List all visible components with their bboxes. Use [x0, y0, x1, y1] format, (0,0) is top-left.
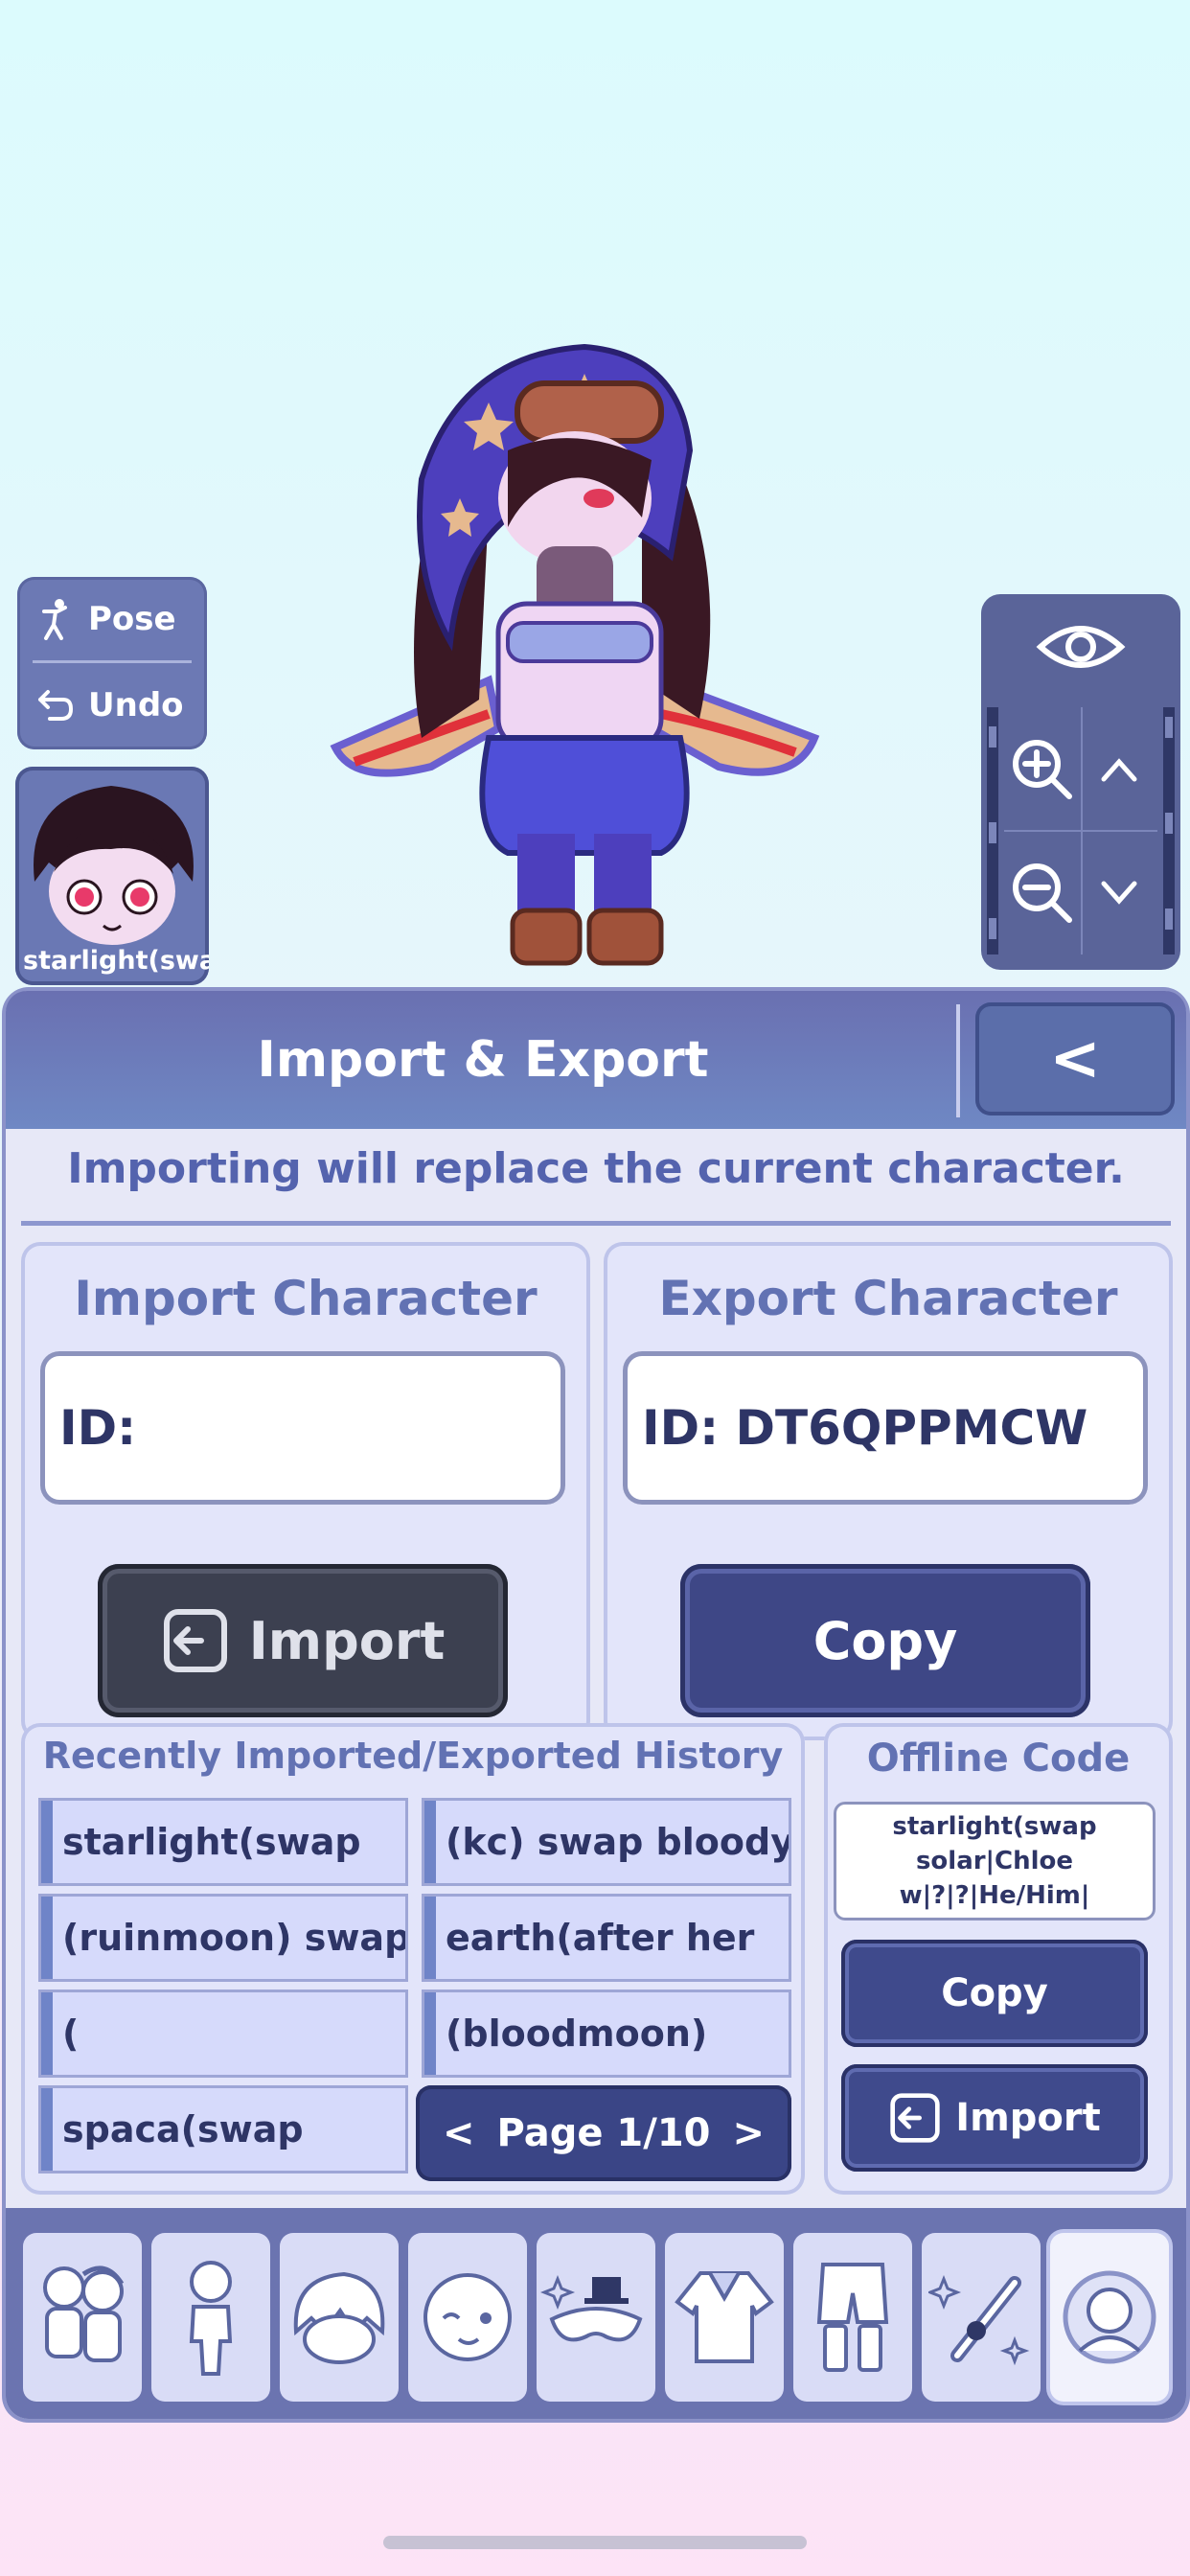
- page-indicator: Page 1/10: [496, 2111, 711, 2155]
- tab-body[interactable]: [151, 2233, 270, 2402]
- eye-icon: [1036, 626, 1126, 668]
- history-item[interactable]: (ruinmoon) swap: [38, 1894, 408, 1982]
- export-id-field[interactable]: ID: DT6QPPMCW: [623, 1351, 1148, 1505]
- copy-export-label: Copy: [812, 1610, 958, 1671]
- chevron-down-icon: [1101, 881, 1137, 905]
- zoom-out-button[interactable]: [1004, 831, 1081, 954]
- import-button[interactable]: Import: [98, 1564, 508, 1717]
- history-item[interactable]: earth(after her: [422, 1894, 791, 1982]
- offline-code-box: Offline Code starlight(swap solar|Chloe …: [824, 1723, 1173, 2195]
- panel-title: Import & Export: [257, 1031, 709, 1089]
- panel-header: Import & Export <: [6, 991, 1186, 1129]
- category-tab-bar: [6, 2208, 1186, 2419]
- history-item[interactable]: (kc) swap bloody: [422, 1798, 791, 1886]
- zoom-in-icon: [1013, 739, 1072, 799]
- import-character-box: Import Character ID: Import: [21, 1242, 590, 1740]
- accessories-icon: [539, 2274, 643, 2342]
- tab-accessories[interactable]: [537, 2233, 655, 2402]
- body-icon: [189, 2261, 233, 2376]
- profile-icon: [1063, 2270, 1156, 2364]
- chevron-up-icon: [1101, 757, 1137, 781]
- hair-icon: [293, 2271, 385, 2364]
- move-down-button[interactable]: [1081, 831, 1157, 954]
- history-item[interactable]: (: [38, 1990, 408, 2078]
- offline-code-text[interactable]: starlight(swap solar|Chloe w|?|?|He/Him|: [834, 1802, 1156, 1920]
- history-item[interactable]: (bloodmoon): [422, 1990, 791, 2078]
- offline-code-line: w|?|?|He/Him|: [899, 1881, 1090, 1910]
- import-icon: [890, 2093, 940, 2143]
- right-scroll-rail[interactable]: [1163, 707, 1175, 954]
- offline-code-lines: starlight(swap solar|Chloe w|?|?|He/Him|: [892, 1809, 1096, 1913]
- visibility-button[interactable]: [981, 594, 1180, 700]
- history-box: Recently Imported/Exported History starl…: [21, 1723, 805, 2195]
- home-indicator[interactable]: [383, 2536, 807, 2549]
- import-icon: [163, 1609, 227, 1672]
- prev-page-button[interactable]: <: [443, 2111, 475, 2155]
- character-name: starlight(swap: [23, 946, 209, 976]
- tab-face[interactable]: [408, 2233, 527, 2402]
- offline-import-button[interactable]: Import: [841, 2064, 1148, 2172]
- offline-import-label: Import: [955, 2096, 1101, 2140]
- pose-label: Pose: [88, 600, 176, 638]
- camera-grid: [1004, 707, 1157, 954]
- copy-export-button[interactable]: Copy: [680, 1564, 1090, 1717]
- back-label: <: [1049, 1024, 1101, 1094]
- export-character-title: Export Character: [658, 1271, 1118, 1326]
- undo-button[interactable]: Undo: [17, 663, 207, 748]
- import-button-label: Import: [248, 1610, 446, 1671]
- zoom-out-icon: [1013, 862, 1072, 923]
- undo-icon: [38, 690, 73, 721]
- zoom-in-button[interactable]: [1004, 707, 1081, 831]
- history-item[interactable]: spaca(swap: [38, 2085, 408, 2174]
- history-title: Recently Imported/Exported History: [42, 1735, 784, 1777]
- replace-warning: Importing will replace the current chara…: [67, 1144, 1125, 1193]
- tab-tops[interactable]: [665, 2233, 784, 2402]
- character-slot[interactable]: starlight(swap: [15, 767, 209, 985]
- face-icon: [423, 2273, 512, 2361]
- tab-props[interactable]: [922, 2233, 1041, 2402]
- tab-bottoms[interactable]: [793, 2233, 912, 2402]
- export-character-box: Export Character ID: DT6QPPMCW Copy: [604, 1242, 1173, 1740]
- import-id-input[interactable]: ID:: [40, 1351, 565, 1505]
- history-pager: < Page 1/10 >: [416, 2085, 791, 2181]
- top-clothing-icon: [675, 2271, 774, 2363]
- presets-icon: [43, 2266, 125, 2362]
- offline-code-title: Offline Code: [866, 1736, 1131, 1781]
- tab-profile[interactable]: [1050, 2233, 1169, 2402]
- pose-button[interactable]: Pose: [17, 577, 207, 661]
- undo-label: Undo: [88, 686, 184, 724]
- header-divider: [956, 1004, 960, 1117]
- pose-undo-panel: Pose Undo: [17, 577, 207, 749]
- offline-copy-label: Copy: [941, 1971, 1048, 2015]
- back-button[interactable]: <: [975, 1002, 1175, 1116]
- left-scroll-rail[interactable]: [987, 707, 998, 954]
- history-item[interactable]: starlight(swap: [38, 1798, 408, 1886]
- offline-code-line: solar|Chloe: [915, 1847, 1074, 1875]
- move-up-button[interactable]: [1081, 707, 1157, 831]
- next-page-button[interactable]: >: [732, 2111, 765, 2155]
- offline-code-line: starlight(swap: [892, 1812, 1097, 1841]
- import-export-panel: Import & Export < Importing will replace…: [6, 991, 1186, 2419]
- character-preview[interactable]: [316, 335, 834, 987]
- props-icon: [928, 2274, 1030, 2366]
- pose-icon: [42, 599, 67, 640]
- import-character-title: Import Character: [74, 1271, 538, 1326]
- bottom-clothing-icon: [816, 2263, 889, 2372]
- camera-controls: [981, 594, 1180, 970]
- warning-divider: [21, 1221, 1171, 1226]
- tab-presets[interactable]: [23, 2233, 142, 2402]
- character-thumbnail: [34, 786, 194, 945]
- tab-hair[interactable]: [280, 2233, 399, 2402]
- offline-copy-button[interactable]: Copy: [841, 1940, 1148, 2047]
